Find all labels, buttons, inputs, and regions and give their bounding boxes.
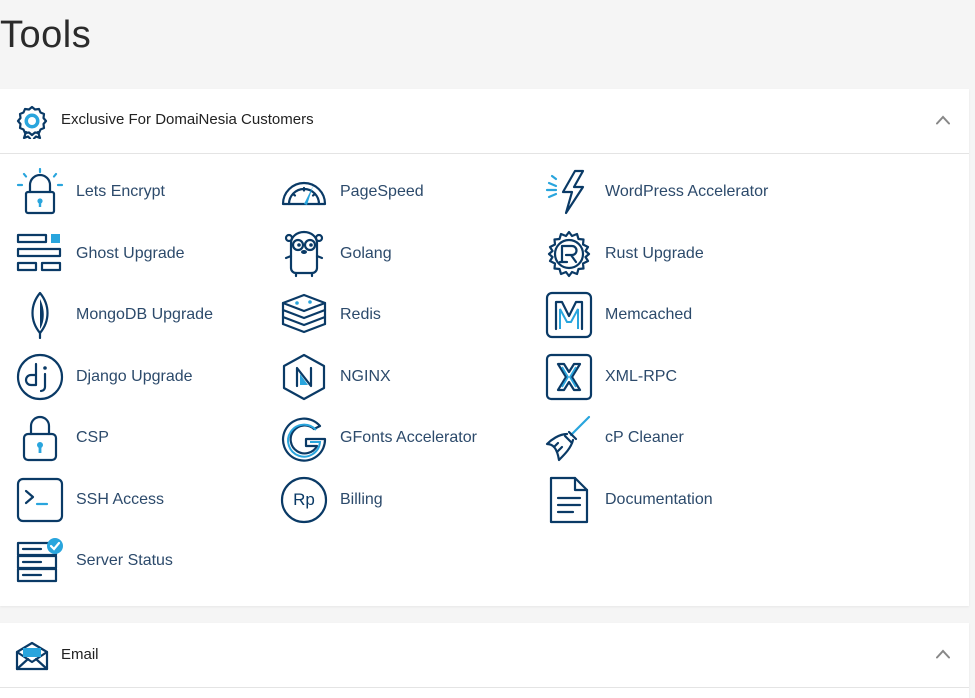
tool-billing[interactable]: Rp Billing [280,475,530,525]
tool-documentation[interactable]: Documentation [545,475,795,525]
tool-memcached[interactable]: Memcached [545,290,795,340]
tool-label: Rust Upgrade [605,244,704,262]
tool-rust-upgrade[interactable]: Rust Upgrade [545,229,795,279]
tool-nginx[interactable]: NGINX [280,352,530,402]
lightning-icon [545,169,585,215]
tool-label: SSH Access [76,490,165,508]
tool-redis[interactable]: Redis [280,290,530,340]
tools-grid: Lets Encrypt PageSpeed WordPress Acceler… [16,167,956,598]
tool-ghost-upgrade[interactable]: Ghost Upgrade [16,229,266,279]
tool-wordpress-accelerator[interactable]: WordPress Accelerator [545,167,795,217]
tool-label: NGINX [340,367,391,385]
tool-label: WordPress Accelerator [605,183,769,200]
document-icon [549,476,589,523]
rust-gear-icon [547,230,591,277]
award-badge-icon [16,105,48,139]
tool-label: Memcached [605,306,693,323]
tool-csp[interactable]: CSP [16,413,266,463]
tool-xml-rpc[interactable]: XML-RPC [545,352,795,402]
redis-stack-icon [281,293,327,334]
page-title: Tools [0,14,92,56]
svg-text:Rp: Rp [293,490,315,509]
xml-rpc-icon [545,353,593,400]
tool-server-status[interactable]: Server Status [16,536,266,586]
tool-pagespeed[interactable]: PageSpeed [280,167,530,217]
nginx-icon [282,353,326,400]
tool-label: Lets Encrypt [76,183,165,200]
tool-label: MongoDB Upgrade [76,306,213,323]
terminal-icon [16,477,64,522]
tool-label: PageSpeed [340,183,424,200]
tool-golang[interactable]: Golang [280,229,530,279]
tool-label: Golang [340,244,392,262]
django-icon [16,353,64,400]
tool-label: Django Upgrade [76,367,193,385]
tool-label: Ghost Upgrade [76,244,185,262]
exclusive-panel-header[interactable]: Exclusive For DomaiNesia Customers [0,89,969,154]
chevron-up-icon[interactable] [936,649,950,659]
memcached-icon [545,291,593,339]
tool-label: GFonts Accelerator [340,429,477,446]
server-check-icon [16,538,63,583]
gopher-icon [284,230,324,277]
chevron-up-icon[interactable] [936,115,950,125]
mongodb-leaf-icon [31,291,49,339]
tool-label: CSP [76,429,109,446]
section-title: Exclusive For DomaiNesia Customers [61,111,314,128]
tool-label: Redis [340,306,381,323]
exclusive-tools-panel: Exclusive For DomaiNesia Customers Lets … [0,89,969,606]
broom-icon [545,415,591,462]
rupiah-coin-icon: Rp [280,476,328,523]
email-panel: Email [0,623,969,698]
tool-label: Documentation [605,490,713,508]
email-panel-header[interactable]: Email [0,623,969,688]
google-fonts-icon [281,417,327,462]
tool-mongodb-upgrade[interactable]: MongoDB Upgrade [16,290,266,340]
speedometer-icon [281,181,327,206]
tool-label: cP Cleaner [605,429,684,446]
tool-ssh-access[interactable]: SSH Access [16,475,266,525]
tool-gfonts-accelerator[interactable]: GFonts Accelerator [280,413,530,463]
ghost-layout-icon [16,233,62,271]
section-title: Email [61,646,99,663]
tool-label: Billing [340,490,383,508]
tool-cp-cleaner[interactable]: cP Cleaner [545,413,795,463]
tool-django-upgrade[interactable]: Django Upgrade [16,352,266,402]
lock-icon [16,168,64,215]
tool-lets-encrypt[interactable]: Lets Encrypt [16,167,266,217]
envelope-icon [15,641,49,671]
tool-label: Server Status [76,552,173,569]
padlock-icon [22,415,58,462]
tool-label: XML-RPC [605,367,678,385]
